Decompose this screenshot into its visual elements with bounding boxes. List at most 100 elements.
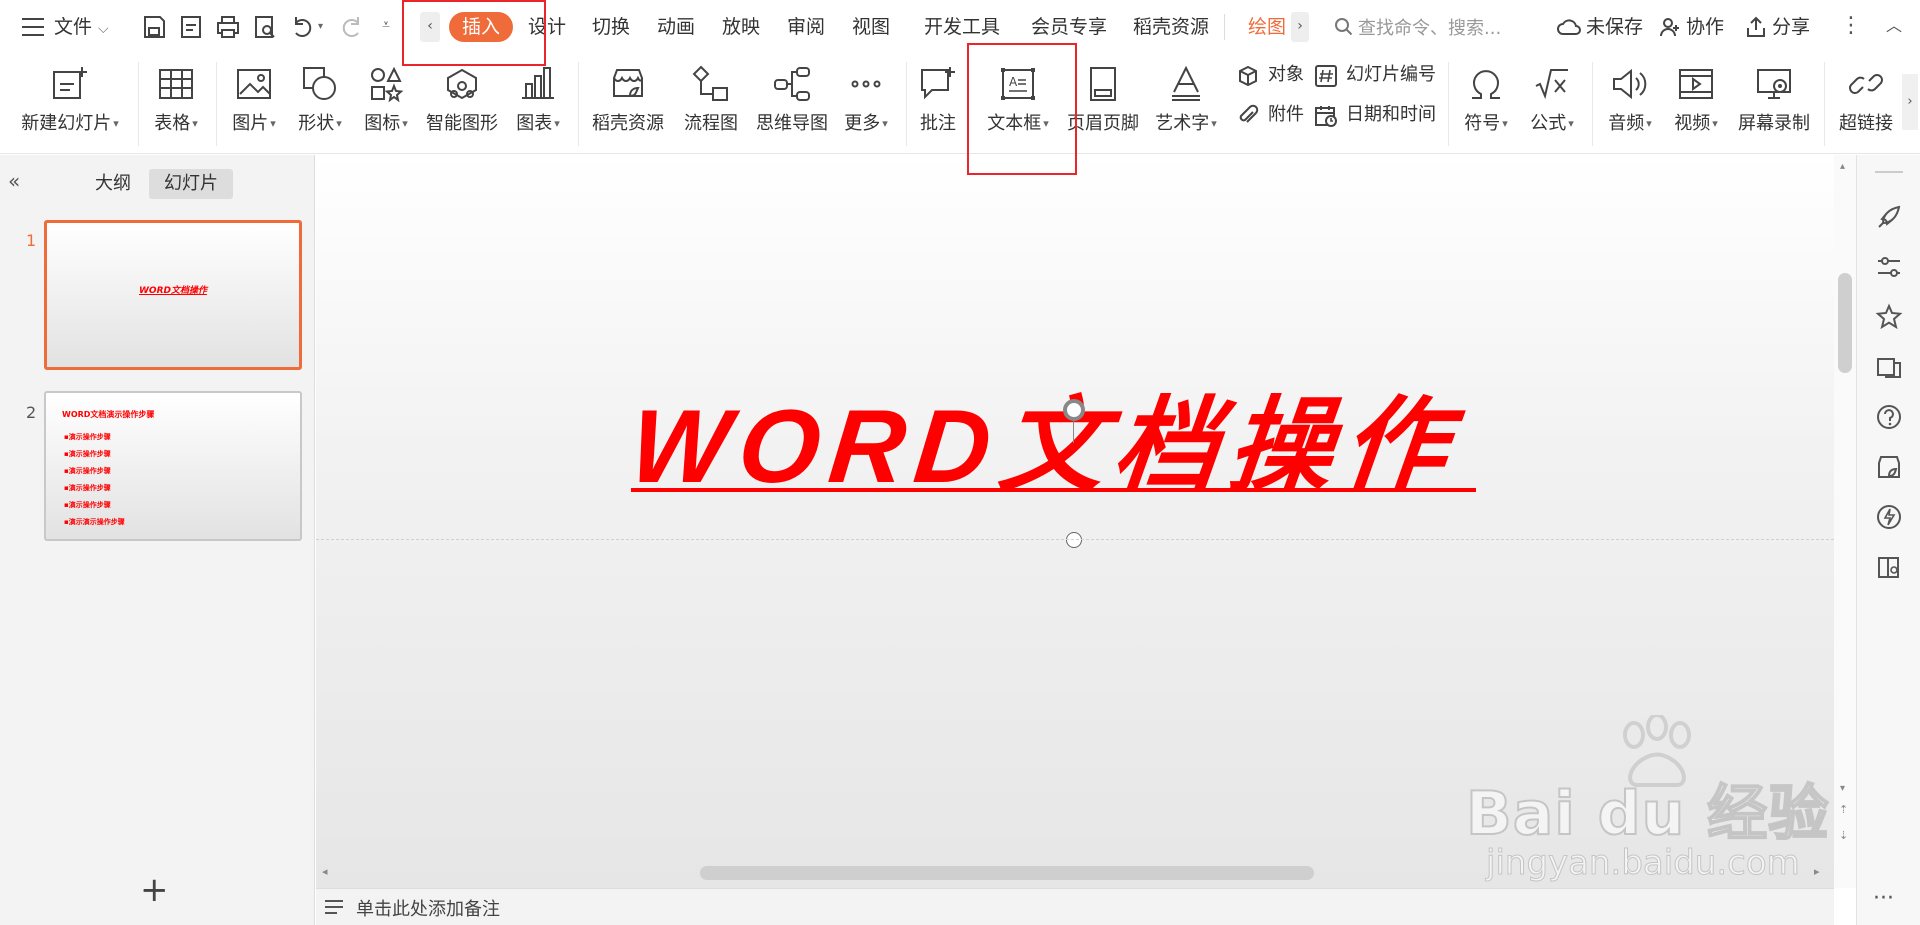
slide-editing-canvas[interactable]: WORD文档操作 Bai du 经验 jingyan.baidu.com ◂ ▸: [316, 155, 1834, 888]
docer-resources-button[interactable]: 稻壳资源: [586, 60, 670, 148]
tab-slides[interactable]: 幻灯片: [149, 169, 233, 199]
textbox-border-dashed: [316, 539, 1834, 540]
resize-handle-icon[interactable]: [1066, 532, 1082, 548]
audio-button[interactable]: 音频 ▾: [1600, 60, 1660, 148]
new-slide-icon: [53, 67, 87, 99]
collapse-ribbon-icon[interactable]: ︿: [1886, 12, 1902, 40]
vertical-scrollbar-track: ▴ ▾ ⇡ ⇣: [1834, 155, 1856, 888]
object-button[interactable]: 对象: [1236, 60, 1316, 90]
pane-grip: [1875, 171, 1903, 173]
notes-bar[interactable]: 单击此处添加备注: [316, 888, 1834, 925]
more-options-icon[interactable]: ⋮: [1840, 12, 1862, 40]
slide-thumbnail-1[interactable]: WORD文档操作: [44, 220, 302, 370]
date-time-button[interactable]: 日期和时间: [1314, 100, 1444, 130]
customize-toolbar-icon[interactable]: ⩡: [382, 17, 390, 33]
hyperlink-button[interactable]: 超链接: [1832, 60, 1900, 148]
vertical-scrollbar-thumb[interactable]: [1838, 273, 1852, 373]
hamburger-icon[interactable]: [22, 18, 44, 36]
file-menu[interactable]: 文件 ⌵: [54, 14, 109, 42]
tab-docer[interactable]: 稻壳资源: [1133, 14, 1209, 40]
shape-button[interactable]: 形状 ▾: [290, 60, 350, 148]
slide-thumbnail-pane: « 大纲 幻灯片 1 WORD文档操作 2 WORD文档演示操作步骤 ▪演示操作…: [0, 155, 315, 925]
tab-review[interactable]: 审阅: [787, 14, 825, 40]
mindmap-button[interactable]: 思维导图: [750, 60, 834, 148]
share-button[interactable]: 分享: [1772, 14, 1810, 40]
ribbon-separator: [1592, 62, 1593, 146]
collaborate-icon: [1660, 18, 1679, 37]
collapse-pane-icon[interactable]: «: [8, 171, 20, 191]
ribbon-scroll-right-button[interactable]: ›: [1902, 74, 1918, 130]
icon-button[interactable]: 图标 ▾: [356, 60, 416, 148]
more-button[interactable]: 更多 ▾: [836, 60, 896, 148]
tab-view[interactable]: 视图: [852, 14, 890, 40]
video-button[interactable]: 视频 ▾: [1666, 60, 1726, 148]
symbol-button[interactable]: 符号 ▾: [1456, 60, 1516, 148]
flowchart-button[interactable]: 流程图: [674, 60, 748, 148]
tab-slideshow[interactable]: 放映: [722, 14, 760, 40]
help-icon[interactable]: [1875, 403, 1903, 431]
scroll-up-icon[interactable]: ▴: [1840, 161, 1845, 172]
formula-button[interactable]: 公式 ▾: [1522, 60, 1582, 148]
lightning-icon[interactable]: [1875, 503, 1903, 531]
transition-icon[interactable]: [1875, 353, 1903, 381]
more-dots-icon: [851, 80, 881, 88]
rocket-icon[interactable]: [1875, 203, 1903, 231]
baidu-watermark: Bai du 经验 jingyan.baidu.com: [1465, 715, 1836, 885]
star-icon[interactable]: [1875, 303, 1903, 331]
table-button[interactable]: 表格 ▾: [146, 60, 206, 148]
slide-thumbnail-2-title: WORD文档演示操作步骤: [62, 410, 155, 419]
tab-developer[interactable]: 开发工具: [924, 14, 1000, 40]
right-task-pane-bar: ···: [1856, 155, 1920, 925]
horizontal-scrollbar[interactable]: [700, 866, 1314, 880]
slide-thumbnail-2[interactable]: WORD文档演示操作步骤 ▪演示操作步骤 ▪演示操作步骤 ▪演示操作步骤 ▪演示…: [44, 391, 302, 541]
previous-slide-icon[interactable]: ⇡: [1839, 804, 1848, 815]
horizontal-scroll-left-icon[interactable]: ◂: [322, 865, 328, 878]
wordart-button[interactable]: 艺术字 ▾: [1148, 60, 1224, 148]
bullet-item: ▪演示演示操作步骤: [64, 518, 125, 526]
wordart-icon: [1172, 65, 1200, 101]
add-slide-button[interactable]: +: [140, 873, 169, 907]
book-icon[interactable]: [1875, 553, 1903, 581]
unsaved-status[interactable]: 未保存: [1586, 14, 1643, 40]
slide-title-textbox[interactable]: WORD文档操作: [625, 387, 1476, 507]
tab-member[interactable]: 会员专享: [1031, 14, 1107, 40]
slide-number-button[interactable]: 幻灯片编号: [1314, 60, 1444, 90]
tab-animation[interactable]: 动画: [657, 14, 695, 40]
search-box[interactable]: 查找命令、搜索...: [1330, 12, 1520, 42]
horizontal-scroll-right-icon[interactable]: ▸: [1814, 865, 1820, 878]
picture-button[interactable]: 图片 ▾: [224, 60, 284, 148]
tab-outline[interactable]: 大纲: [86, 169, 140, 199]
template-store-icon[interactable]: [1875, 453, 1903, 481]
store-icon: [613, 69, 643, 98]
collaborate-button[interactable]: 协作: [1686, 14, 1724, 40]
smart-graphic-button[interactable]: 智能图形: [420, 60, 504, 148]
print-preview-icon[interactable]: [251, 13, 279, 41]
rotate-handle-icon[interactable]: [1063, 399, 1085, 421]
redo-icon[interactable]: [338, 13, 366, 41]
object-icon: [1239, 65, 1257, 87]
search-placeholder: 查找命令、搜索...: [1358, 18, 1502, 39]
export-icon[interactable]: [177, 13, 205, 41]
screen-record-button[interactable]: 屏幕录制: [1734, 60, 1814, 148]
undo-dropdown-icon[interactable]: ▾: [318, 21, 323, 32]
adjust-sliders-icon[interactable]: [1875, 253, 1903, 281]
comment-button[interactable]: 批注: [914, 60, 962, 148]
save-icon[interactable]: [140, 13, 168, 41]
slide-thumbnail-1-title: WORD文档操作: [139, 286, 207, 296]
print-icon[interactable]: [214, 13, 242, 41]
chart-button[interactable]: 图表 ▾: [508, 60, 568, 148]
screen-record-icon: [1757, 69, 1791, 99]
pane-more-icon[interactable]: ···: [1873, 888, 1894, 910]
calendar-icon: [1315, 106, 1337, 127]
undo-icon[interactable]: [288, 13, 316, 41]
share-icon: [1747, 16, 1765, 37]
new-slide-button[interactable]: 新建幻灯片 ▾: [12, 60, 128, 148]
attachment-button[interactable]: 附件: [1236, 100, 1316, 130]
tab-drawing[interactable]: 绘图: [1248, 14, 1286, 40]
tab-scroll-right-button[interactable]: ›: [1291, 12, 1309, 42]
next-slide-icon[interactable]: ⇣: [1839, 830, 1848, 841]
slide-number-1: 1: [26, 231, 37, 250]
scroll-down-icon[interactable]: ▾: [1840, 783, 1845, 794]
tab-transition[interactable]: 切换: [592, 14, 630, 40]
notes-placeholder[interactable]: 单击此处添加备注: [356, 895, 500, 921]
